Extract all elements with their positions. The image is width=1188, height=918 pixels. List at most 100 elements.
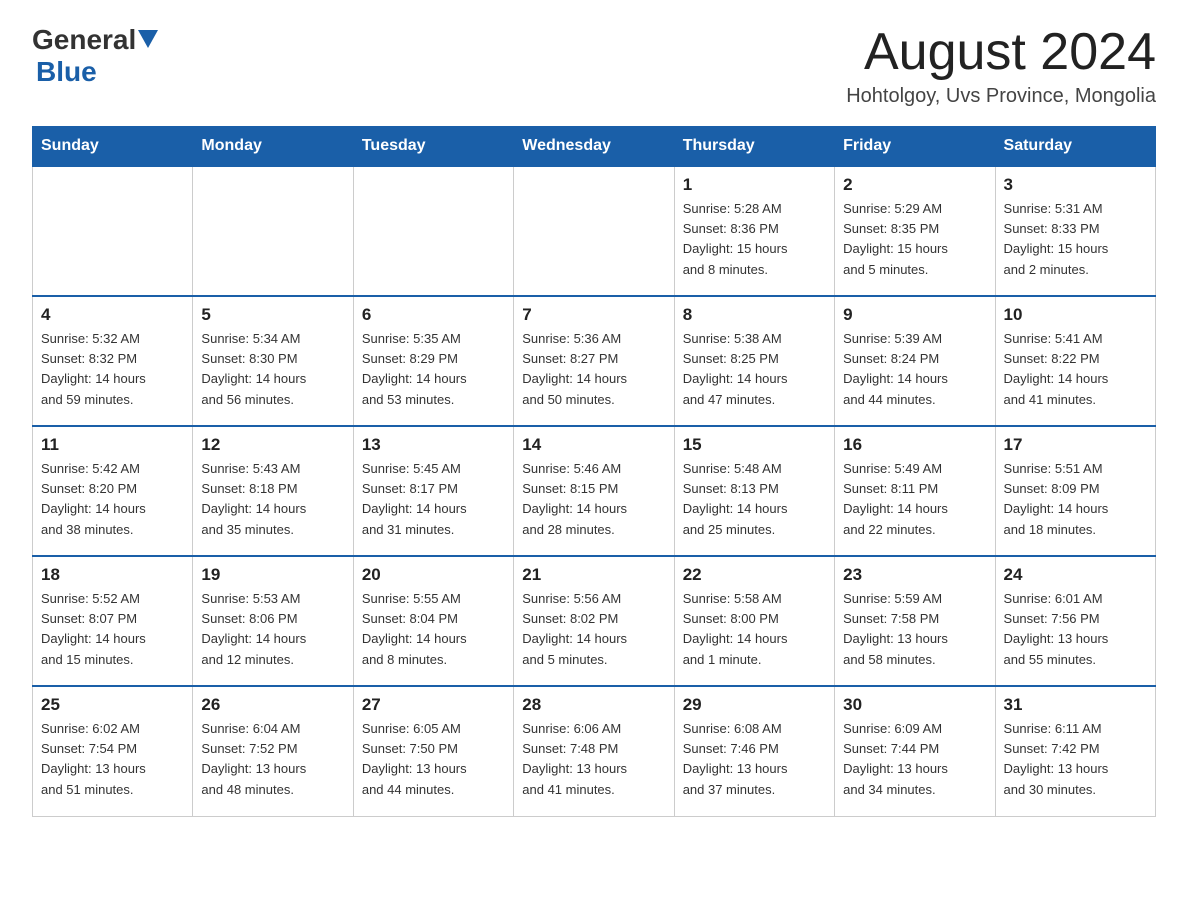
day-info: Sunrise: 5:41 AMSunset: 8:22 PMDaylight:… <box>1004 329 1147 410</box>
column-header-sunday: Sunday <box>33 127 193 167</box>
calendar-cell: 26Sunrise: 6:04 AMSunset: 7:52 PMDayligh… <box>193 686 353 816</box>
day-info: Sunrise: 6:08 AMSunset: 7:46 PMDaylight:… <box>683 719 826 800</box>
day-info: Sunrise: 5:43 AMSunset: 8:18 PMDaylight:… <box>201 459 344 540</box>
calendar-cell: 30 Sunrise: 6:09 AMSunset: 7:44 PMDayligh… <box>835 686 995 816</box>
calendar-cell <box>353 166 513 296</box>
title-area: August 2024 Hohtolgoy, Uvs Province, Mon… <box>846 24 1156 108</box>
column-header-saturday: Saturday <box>995 127 1155 167</box>
day-number: 9 <box>843 305 986 325</box>
logo-general-text: General <box>32 24 136 56</box>
calendar-week-row: 1 Sunrise: 5:28 AMSunset: 8:36 PMDaylight… <box>33 166 1156 296</box>
day-info: Sunrise: 5:46 AMSunset: 8:15 PMDaylight:… <box>522 459 665 540</box>
day-info: Sunrise: 5:53 AMSunset: 8:06 PMDaylight:… <box>201 589 344 670</box>
logo: General Blue <box>32 24 158 88</box>
day-number: 12 <box>201 435 344 455</box>
calendar-cell: 25 Sunrise: 6:02 AMSunset: 7:54 PMDayligh… <box>33 686 193 816</box>
column-header-thursday: Thursday <box>674 127 834 167</box>
day-number: 20 <box>362 565 505 585</box>
calendar-cell: 7 Sunrise: 5:36 AMSunset: 8:27 PMDaylight… <box>514 296 674 426</box>
day-info: Sunrise: 5:55 AMSunset: 8:04 PMDaylight:… <box>362 589 505 670</box>
day-number: 28 <box>522 695 665 715</box>
calendar-week-row: 4 Sunrise: 5:32 AMSunset: 8:32 PMDaylight… <box>33 296 1156 426</box>
calendar-cell: 11 Sunrise: 5:42 AMSunset: 8:20 PMDayligh… <box>33 426 193 556</box>
day-info: Sunrise: 5:58 AMSunset: 8:00 PMDaylight:… <box>683 589 826 670</box>
day-info: Sunrise: 5:59 AMSunset: 7:58 PMDaylight:… <box>843 589 986 670</box>
calendar-cell: 2Sunrise: 5:29 AMSunset: 8:35 PMDaylight… <box>835 166 995 296</box>
calendar-cell <box>193 166 353 296</box>
day-number: 10 <box>1004 305 1147 325</box>
page-header: General Blue August 2024 Hohtolgoy, Uvs … <box>32 24 1156 108</box>
day-number: 29 <box>683 695 826 715</box>
calendar-cell: 14 Sunrise: 5:46 AMSunset: 8:15 PMDayligh… <box>514 426 674 556</box>
day-number: 30 <box>843 695 986 715</box>
calendar-cell: 31 Sunrise: 6:11 AMSunset: 7:42 PMDayligh… <box>995 686 1155 816</box>
day-number: 25 <box>41 695 184 715</box>
day-number: 27 <box>362 695 505 715</box>
calendar-cell: 16Sunrise: 5:49 AMSunset: 8:11 PMDayligh… <box>835 426 995 556</box>
day-info: Sunrise: 5:38 AMSunset: 8:25 PMDaylight:… <box>683 329 826 410</box>
day-info: Sunrise: 6:02 AMSunset: 7:54 PMDaylight:… <box>41 719 184 800</box>
day-number: 1 <box>683 175 826 195</box>
day-number: 6 <box>362 305 505 325</box>
day-info: Sunrise: 6:09 AMSunset: 7:44 PMDaylight:… <box>843 719 986 800</box>
day-info: Sunrise: 5:42 AMSunset: 8:20 PMDaylight:… <box>41 459 184 540</box>
location-subtitle: Hohtolgoy, Uvs Province, Mongolia <box>846 85 1156 108</box>
month-title: August 2024 <box>846 24 1156 81</box>
calendar-cell: 18Sunrise: 5:52 AMSunset: 8:07 PMDayligh… <box>33 556 193 686</box>
calendar-week-row: 18Sunrise: 5:52 AMSunset: 8:07 PMDayligh… <box>33 556 1156 686</box>
column-header-monday: Monday <box>193 127 353 167</box>
column-header-friday: Friday <box>835 127 995 167</box>
day-number: 2 <box>843 175 986 195</box>
day-info: Sunrise: 5:34 AMSunset: 8:30 PMDaylight:… <box>201 329 344 410</box>
calendar-cell: 5 Sunrise: 5:34 AMSunset: 8:30 PMDaylight… <box>193 296 353 426</box>
day-info: Sunrise: 5:35 AMSunset: 8:29 PMDaylight:… <box>362 329 505 410</box>
day-number: 7 <box>522 305 665 325</box>
day-info: Sunrise: 6:05 AMSunset: 7:50 PMDaylight:… <box>362 719 505 800</box>
day-number: 4 <box>41 305 184 325</box>
day-info: Sunrise: 5:32 AMSunset: 8:32 PMDaylight:… <box>41 329 184 410</box>
day-number: 8 <box>683 305 826 325</box>
day-info: Sunrise: 5:36 AMSunset: 8:27 PMDaylight:… <box>522 329 665 410</box>
calendar-cell: 21Sunrise: 5:56 AMSunset: 8:02 PMDayligh… <box>514 556 674 686</box>
calendar-cell: 3Sunrise: 5:31 AMSunset: 8:33 PMDaylight… <box>995 166 1155 296</box>
day-number: 5 <box>201 305 344 325</box>
calendar-cell: 29 Sunrise: 6:08 AMSunset: 7:46 PMDayligh… <box>674 686 834 816</box>
day-info: Sunrise: 5:45 AMSunset: 8:17 PMDaylight:… <box>362 459 505 540</box>
calendar-cell <box>514 166 674 296</box>
calendar-cell: 19 Sunrise: 5:53 AMSunset: 8:06 PMDayligh… <box>193 556 353 686</box>
calendar-cell: 12 Sunrise: 5:43 AMSunset: 8:18 PMDayligh… <box>193 426 353 556</box>
day-number: 14 <box>522 435 665 455</box>
day-number: 13 <box>362 435 505 455</box>
day-info: Sunrise: 5:51 AMSunset: 8:09 PMDaylight:… <box>1004 459 1147 540</box>
day-number: 18 <box>41 565 184 585</box>
calendar-cell: 22 Sunrise: 5:58 AMSunset: 8:00 PMDayligh… <box>674 556 834 686</box>
calendar-header-row: SundayMondayTuesdayWednesdayThursdayFrid… <box>33 127 1156 167</box>
calendar-cell <box>33 166 193 296</box>
column-header-tuesday: Tuesday <box>353 127 513 167</box>
day-number: 11 <box>41 435 184 455</box>
day-number: 23 <box>843 565 986 585</box>
calendar-cell: 20 Sunrise: 5:55 AMSunset: 8:04 PMDayligh… <box>353 556 513 686</box>
logo-triangle-icon <box>138 30 158 48</box>
calendar-cell: 4 Sunrise: 5:32 AMSunset: 8:32 PMDaylight… <box>33 296 193 426</box>
day-number: 19 <box>201 565 344 585</box>
calendar-cell: 17Sunrise: 5:51 AMSunset: 8:09 PMDayligh… <box>995 426 1155 556</box>
day-number: 21 <box>522 565 665 585</box>
day-info: Sunrise: 6:06 AMSunset: 7:48 PMDaylight:… <box>522 719 665 800</box>
day-info: Sunrise: 5:28 AMSunset: 8:36 PMDaylight:… <box>683 199 826 280</box>
calendar-cell: 23 Sunrise: 5:59 AMSunset: 7:58 PMDayligh… <box>835 556 995 686</box>
day-info: Sunrise: 5:39 AMSunset: 8:24 PMDaylight:… <box>843 329 986 410</box>
calendar-cell: 6 Sunrise: 5:35 AMSunset: 8:29 PMDaylight… <box>353 296 513 426</box>
day-info: Sunrise: 6:11 AMSunset: 7:42 PMDaylight:… <box>1004 719 1147 800</box>
day-info: Sunrise: 5:48 AMSunset: 8:13 PMDaylight:… <box>683 459 826 540</box>
day-info: Sunrise: 6:01 AMSunset: 7:56 PMDaylight:… <box>1004 589 1147 670</box>
calendar-cell: 13 Sunrise: 5:45 AMSunset: 8:17 PMDayligh… <box>353 426 513 556</box>
calendar-cell: 28 Sunrise: 6:06 AMSunset: 7:48 PMDayligh… <box>514 686 674 816</box>
calendar-cell: 27 Sunrise: 6:05 AMSunset: 7:50 PMDayligh… <box>353 686 513 816</box>
day-number: 22 <box>683 565 826 585</box>
calendar-cell: 24Sunrise: 6:01 AMSunset: 7:56 PMDayligh… <box>995 556 1155 686</box>
day-number: 16 <box>843 435 986 455</box>
day-number: 15 <box>683 435 826 455</box>
calendar-table: SundayMondayTuesdayWednesdayThursdayFrid… <box>32 126 1156 817</box>
day-number: 31 <box>1004 695 1147 715</box>
